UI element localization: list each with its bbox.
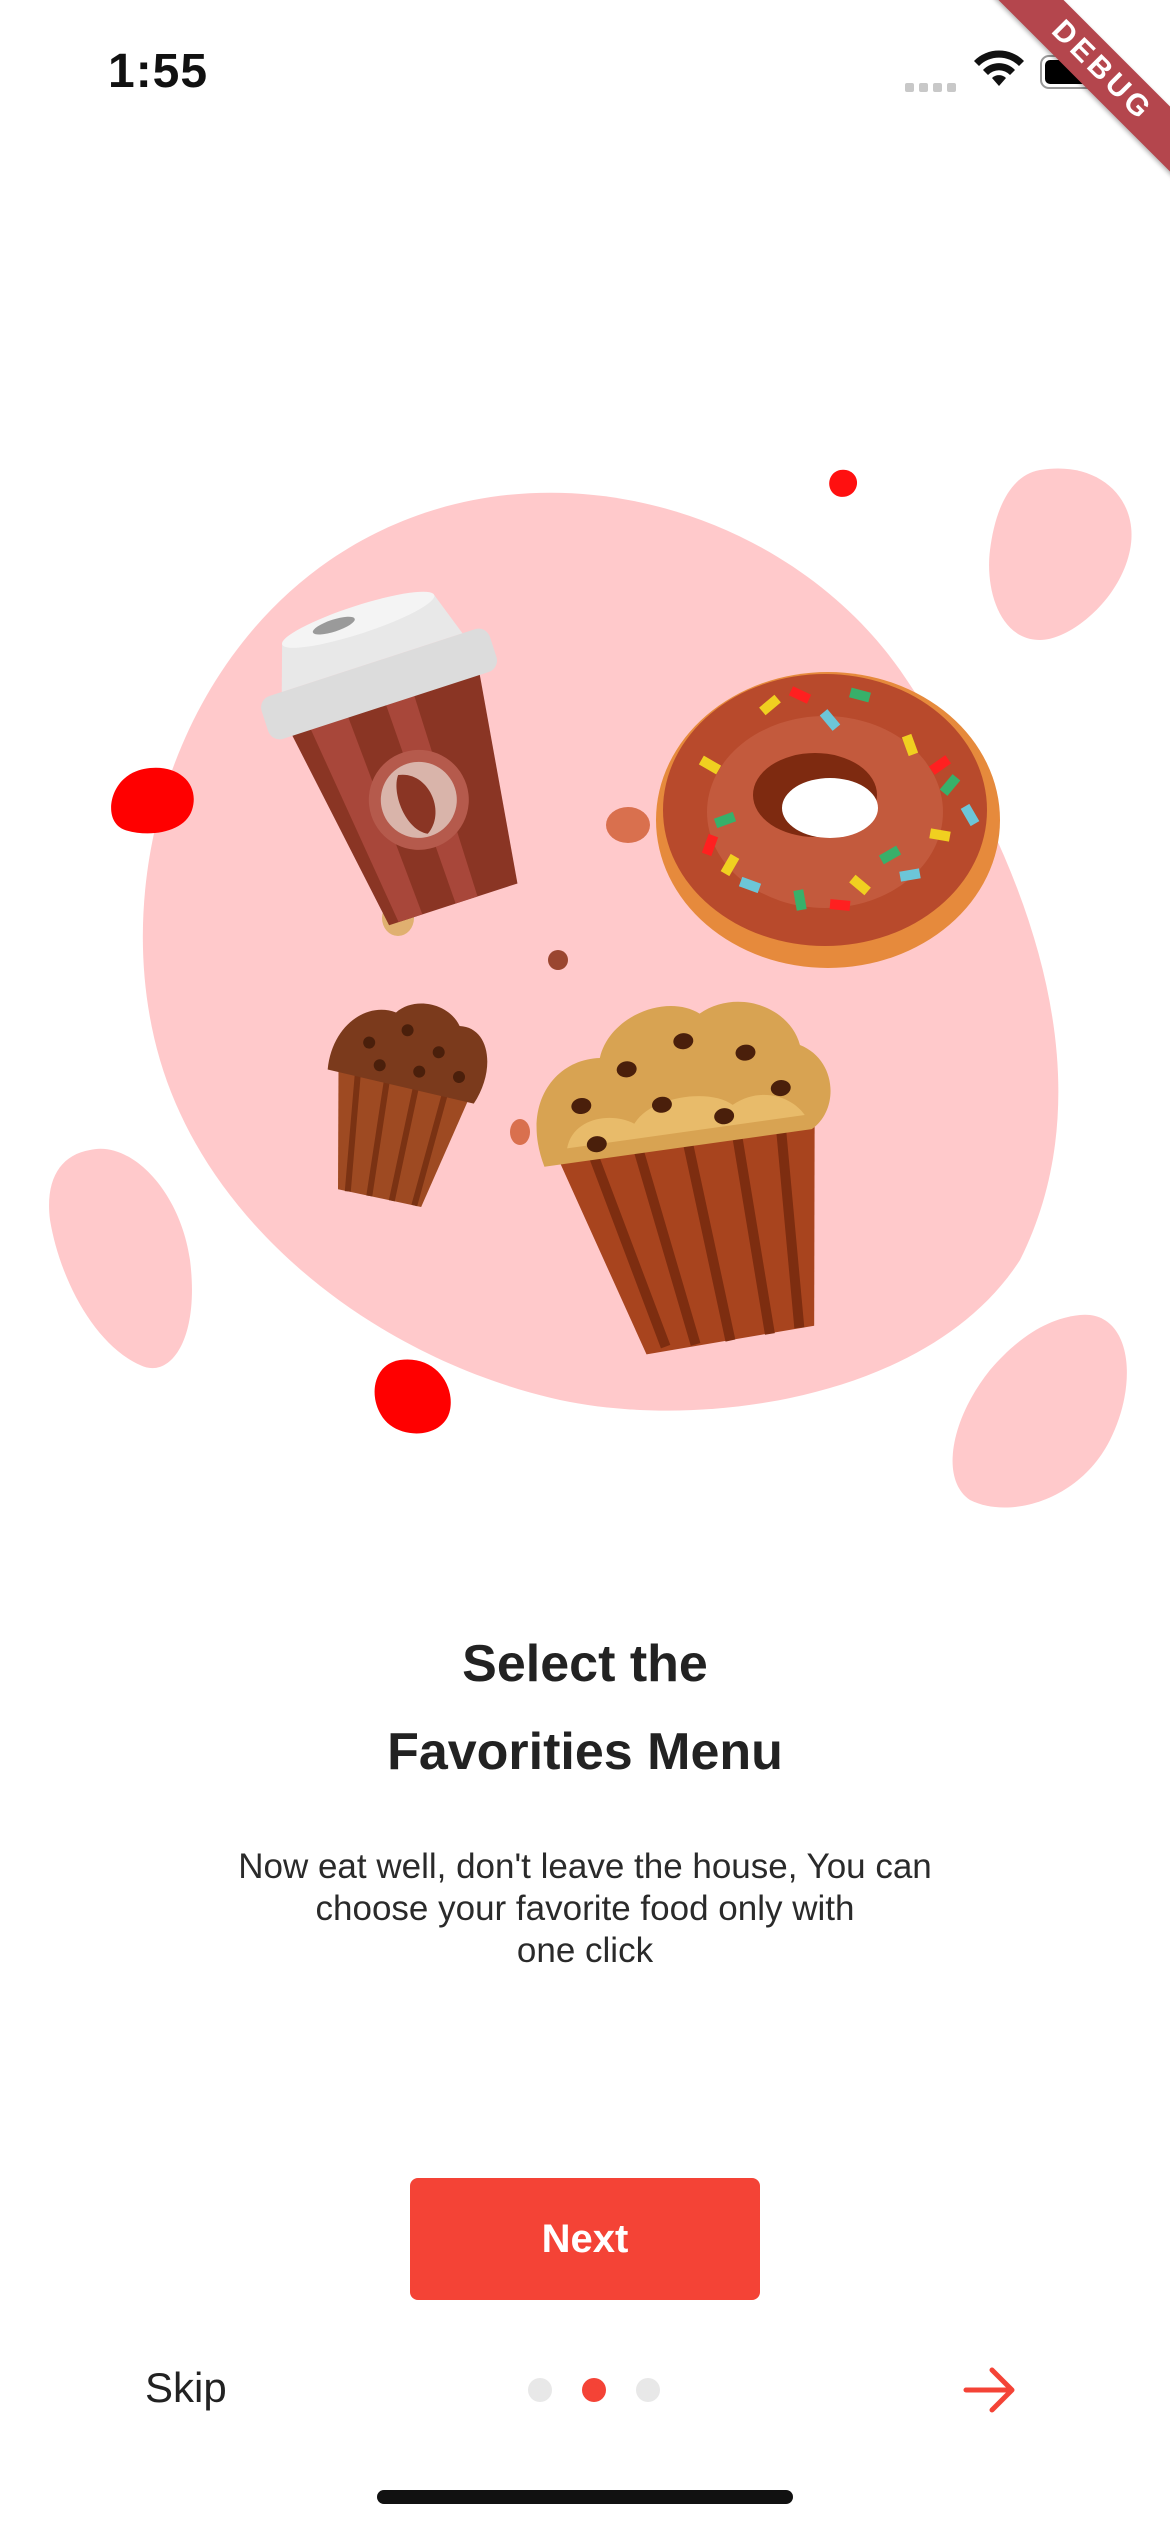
description-line-3: one click [516,1931,654,1970]
signal-icon [905,83,956,92]
page-dot-2 [582,2378,606,2402]
debug-label: DEBUG [979,0,1170,194]
red-blob-bottom [374,1359,451,1434]
description-line-2: choose your favorite food only with [315,1889,855,1928]
arrow-right-icon[interactable] [960,2360,1020,2420]
food-illustration [49,468,1132,1508]
page-description: Now eat well, don't leave the house, You… [185,1846,985,1972]
pink-blob-bottom-right [952,1314,1127,1508]
page-dot-1 [528,2378,552,2402]
title-line-1: Select the [462,1635,708,1693]
pink-blob-left [49,1148,192,1369]
pink-blob-top-right [989,468,1132,640]
description-line-1: Now eat well, don't leave the house, You… [238,1847,932,1886]
page-dot-3 [636,2378,660,2402]
page-title: Select the Favorities Menu [185,1620,985,1796]
donut [656,672,1000,968]
main-pink-blob [142,492,1059,1411]
home-indicator [377,2490,793,2504]
page-indicator [528,2376,668,2404]
skip-button[interactable]: Skip [145,2364,227,2412]
red-blob-small-top [829,469,858,497]
red-blob-left [111,767,194,834]
next-button[interactable]: Next [410,2178,760,2300]
debug-banner: DEBUG [970,0,1170,200]
title-line-2: Favorities Menu [387,1723,783,1781]
status-time: 1:55 [108,45,209,98]
